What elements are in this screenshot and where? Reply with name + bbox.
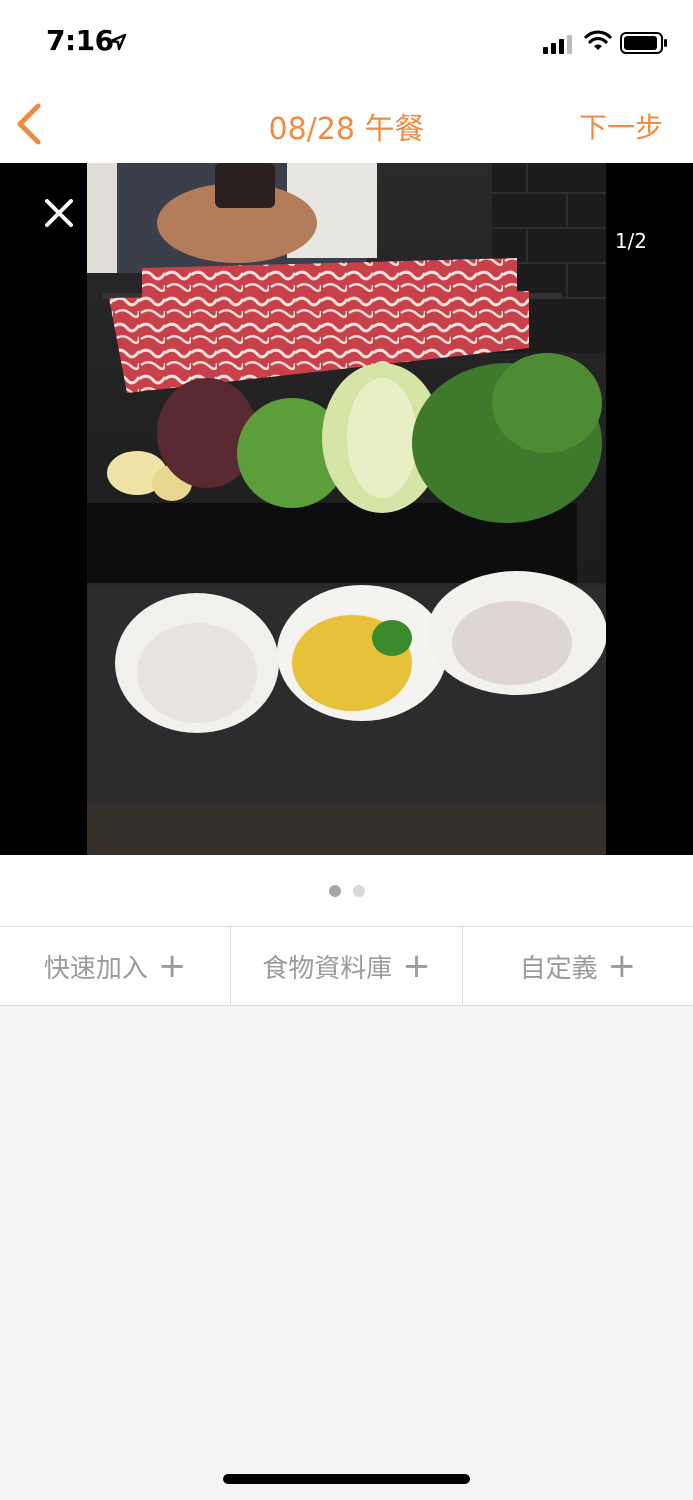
page-dot-active[interactable] (328, 885, 341, 897)
hotpot-platter-image (87, 163, 606, 855)
photo-viewer[interactable]: 1/2 (0, 163, 693, 855)
food-list-area (0, 1006, 693, 1500)
battery-icon (620, 32, 667, 54)
plus-icon: + (157, 946, 187, 986)
page-indicator (0, 855, 693, 927)
tab-label: 自定義 (519, 953, 598, 984)
close-icon[interactable] (42, 196, 76, 230)
status-time: 7:16 (46, 24, 114, 57)
home-indicator[interactable] (223, 1474, 470, 1484)
cellular-signal-icon (543, 35, 572, 54)
wifi-icon (584, 30, 612, 50)
page-dot[interactable] (352, 885, 365, 897)
tab-label: 食物資料庫 (262, 953, 393, 984)
add-food-tabs: 快速加入 + 食物資料庫 + 自定義 + (0, 926, 693, 1006)
meal-photo[interactable] (87, 163, 606, 855)
photo-counter: 1/2 (614, 229, 647, 253)
tab-label: 快速加入 (43, 953, 148, 984)
food-database-button[interactable]: 食物資料庫 + (231, 927, 463, 1005)
custom-food-button[interactable]: 自定義 + (463, 927, 693, 1005)
status-bar: 7:16 (0, 0, 693, 86)
location-arrow-icon (109, 33, 127, 51)
next-step-button[interactable]: 下一步 (579, 106, 663, 146)
nav-bar: 08/28 午餐 下一步 (0, 86, 693, 163)
plus-icon: + (402, 946, 431, 986)
plus-icon: + (607, 946, 637, 986)
quick-add-button[interactable]: 快速加入 + (0, 927, 232, 1005)
